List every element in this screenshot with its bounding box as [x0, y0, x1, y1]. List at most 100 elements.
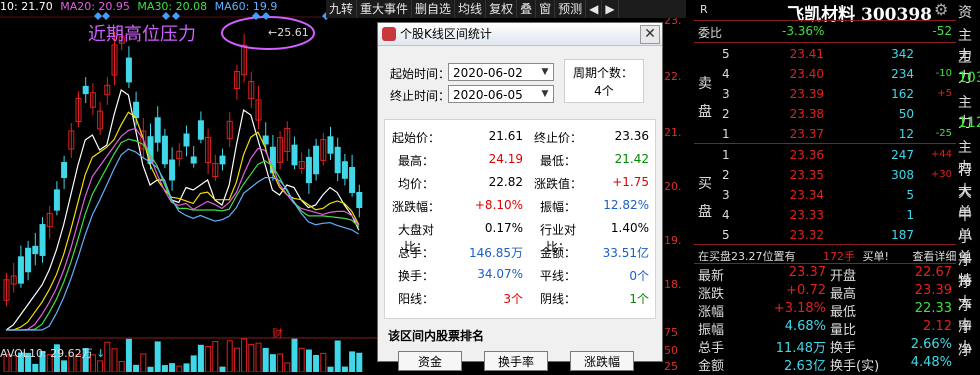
quote-row: 涨跌 +0.72 最高 23.39: [694, 282, 956, 302]
bid-row[interactable]: 1 23.36 247 +44: [694, 145, 956, 165]
stat-value: 33.51亿: [602, 246, 649, 260]
stats-row: 起始价： 21.61 终止价： 23.36: [385, 126, 655, 146]
order-price: 23.38: [789, 107, 824, 121]
toolbar-window[interactable]: 窗: [536, 0, 556, 18]
volume-axis-label: 75: [664, 326, 678, 339]
dialog-titlebar[interactable]: 个股K线区间统计 ✕: [378, 23, 662, 46]
capital-rank-button[interactable]: 资金: [398, 351, 462, 371]
stats-row: 均价： 22.82 涨跌值： +1.75: [385, 172, 655, 192]
kline-candle: [39, 224, 46, 256]
quote-panel: R 飞凯材料 300398 ⚙ 委比 -3.36% -52 卖盘 5 23.41 3…: [694, 0, 956, 374]
close-icon[interactable]: ✕: [640, 25, 660, 44]
quote-label: 金额: [698, 359, 725, 374]
stats-row: 总手： 146.85万 金额： 33.51亿: [385, 241, 655, 261]
volume-bar: [241, 338, 248, 373]
kline-candle: [197, 120, 204, 140]
end-date-select[interactable]: 2020-06-05 ▼: [448, 85, 554, 103]
stat-label: 最高：: [397, 154, 434, 168]
kline-candle: [82, 85, 89, 95]
volume-change: +30: [930, 169, 952, 180]
kline-candle: [327, 136, 334, 154]
volume-bar: [111, 348, 118, 373]
bid-row[interactable]: 2 23.35 308 +30: [694, 165, 956, 185]
toolbar-adjust[interactable]: 复权: [486, 0, 518, 18]
change-rank-button[interactable]: 涨跌幅: [570, 351, 634, 371]
level-number: 1: [722, 127, 730, 141]
ask-row[interactable]: 4 23.40 234 -10: [694, 64, 956, 84]
bid-row[interactable]: 5 23.32 187: [694, 225, 956, 245]
kline-chart[interactable]: 10: 21.70 MA20: 20.95 MA30: 20.08 MA60: …: [0, 0, 380, 373]
quote-value: 22.67: [914, 265, 952, 280]
flow-item: 103: [958, 69, 980, 86]
stat-value: 23.36: [614, 129, 649, 143]
volume-axis-label: 50: [664, 344, 678, 357]
bid-row[interactable]: 3 23.34 5: [694, 185, 956, 205]
quote-value: 4.68%: [784, 319, 826, 334]
ask-row[interactable]: 3 23.39 162 +5: [694, 84, 956, 104]
flow-item: 112: [958, 114, 980, 131]
legend-ma20: MA20: 20.95: [60, 0, 130, 13]
status-buy: 买单!: [862, 250, 889, 263]
level-number: 1: [722, 148, 730, 162]
quote-label: 换手(实): [830, 359, 880, 374]
gear-icon[interactable]: ⚙: [934, 0, 948, 19]
quote-value: +0.72: [786, 283, 826, 298]
stat-value: 21.42: [614, 152, 649, 166]
stat-label: 振幅：: [539, 200, 576, 214]
toolbar-remove-watchlist[interactable]: 删自选: [412, 0, 456, 18]
kline-candle: [291, 144, 298, 166]
level-number: 2: [722, 107, 730, 121]
order-price: 23.41: [789, 47, 824, 61]
kline-candle: [17, 256, 24, 284]
volume-bar: [176, 365, 183, 373]
volume-bar: [133, 364, 140, 373]
pressure-annotation: 近期高位压力: [88, 24, 196, 45]
ask-row[interactable]: 2 23.38 50: [694, 104, 956, 124]
ask-row[interactable]: 5 23.41 342: [694, 44, 956, 64]
volume-bar: [118, 361, 125, 373]
stat-value: 21.61: [488, 129, 523, 143]
chevron-down-icon[interactable]: ▼: [537, 86, 553, 102]
quote-value: 4.48%: [910, 355, 952, 370]
kline-candle: [313, 145, 320, 175]
quote-value: +3.18%: [773, 301, 826, 316]
toolbar-next-icon[interactable]: ▶: [602, 0, 619, 18]
toolbar-moving-average[interactable]: 均线: [455, 0, 487, 18]
kline-svg: [0, 12, 380, 373]
kline-candle: [61, 161, 68, 179]
view-detail-link[interactable]: 查看详细: [912, 250, 956, 263]
toolbar-overlay[interactable]: 叠: [517, 0, 537, 18]
toolbar-major-events[interactable]: 重大事件: [357, 0, 413, 18]
order-volume: 342: [891, 47, 914, 61]
volume-change: +5: [937, 88, 952, 99]
moving-average-line: [6, 138, 360, 331]
turnover-rank-button[interactable]: 换手率: [484, 351, 548, 371]
toolbar-forecast[interactable]: 预测: [555, 0, 587, 18]
start-date-select[interactable]: 2020-06-02 ▼: [448, 63, 554, 81]
toolbar-prev-icon[interactable]: ◀: [586, 0, 603, 18]
volume-bar: [291, 338, 298, 373]
quote-value: 2.63亿: [784, 359, 826, 374]
volume-change: -25: [935, 128, 952, 139]
volume-bar: [125, 338, 132, 373]
toolbar-nine-turn[interactable]: 九转: [326, 0, 358, 18]
ask-row[interactable]: 1 23.37 12 -25: [694, 124, 956, 144]
order-price: 23.40: [789, 67, 824, 81]
chart-toolbar: 九转 重大事件 删自选 均线 复权 叠 窗 预测 ◀ ▶: [326, 0, 686, 18]
quote-value: 23.37: [788, 265, 826, 280]
kline-candle: [183, 133, 190, 147]
chevron-down-icon[interactable]: ▼: [537, 64, 553, 80]
quote-row: 总手 11.48万 换手 2.66%: [694, 336, 956, 356]
volume-bar: [334, 340, 341, 373]
legend-ma60: MA60: 19.9: [214, 0, 278, 13]
volume-bar: [190, 355, 197, 373]
level-number: 5: [722, 228, 730, 242]
divider: [694, 20, 956, 21]
flow-item: 净: [958, 342, 972, 359]
volume-bar: [154, 341, 161, 373]
stat-value: +1.75: [612, 175, 649, 189]
period-count-value: 4个: [594, 84, 614, 98]
volume-bar: [298, 347, 305, 373]
kline-candle: [262, 135, 269, 145]
bid-row[interactable]: 4 23.33 1: [694, 205, 956, 225]
